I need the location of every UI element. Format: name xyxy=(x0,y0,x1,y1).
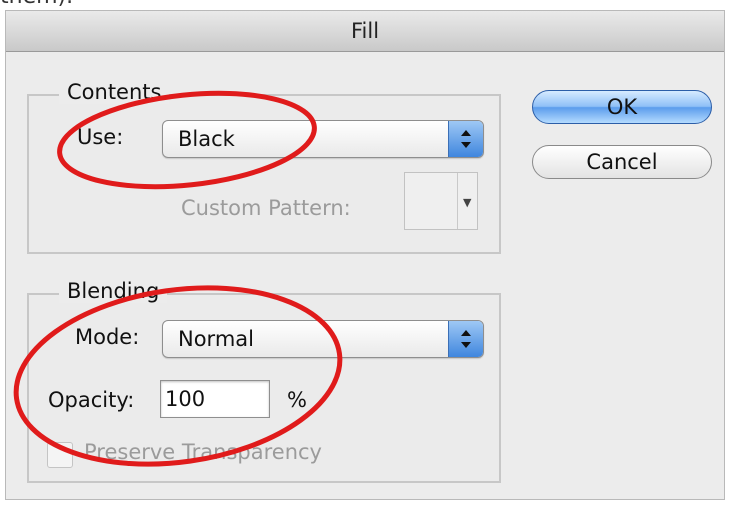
opacity-input[interactable] xyxy=(161,381,269,417)
use-select[interactable]: Black xyxy=(162,120,484,158)
contents-group-label: Contents xyxy=(59,80,170,104)
opacity-unit: % xyxy=(287,388,307,412)
ok-button[interactable]: OK xyxy=(532,90,712,124)
use-select-value: Black xyxy=(178,127,235,151)
dialog-title: Fill xyxy=(6,11,724,52)
use-label: Use: xyxy=(77,125,124,149)
mode-select-value: Normal xyxy=(178,327,254,351)
page-background-text-fragment: them). xyxy=(0,0,729,10)
cancel-button[interactable]: Cancel xyxy=(532,145,712,179)
up-down-arrows-icon xyxy=(448,121,483,157)
mode-select[interactable]: Normal xyxy=(162,320,484,358)
up-down-arrows-icon xyxy=(448,321,483,357)
preserve-transparency-checkbox[interactable] xyxy=(47,442,73,468)
opacity-field[interactable] xyxy=(160,380,270,418)
custom-pattern-picker[interactable]: ▼ xyxy=(404,172,478,230)
mode-label: Mode: xyxy=(75,325,140,349)
blending-group-label: Blending xyxy=(59,279,168,303)
custom-pattern-label: Custom Pattern: xyxy=(181,196,351,220)
pattern-menu-arrow-icon: ▼ xyxy=(463,196,472,209)
opacity-label: Opacity: xyxy=(48,388,135,412)
preserve-transparency-label: Preserve Transparency xyxy=(84,440,322,464)
